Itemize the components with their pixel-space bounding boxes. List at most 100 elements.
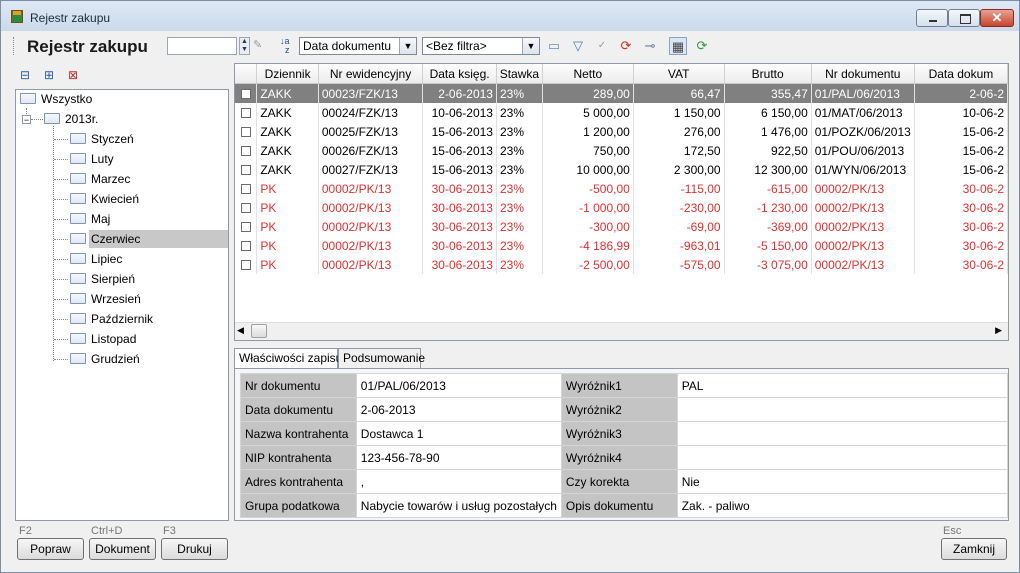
tree-year[interactable]: 2013r. bbox=[44, 110, 100, 128]
column-header[interactable]: Dziennik bbox=[256, 64, 319, 84]
tree-item-month[interactable]: Marzec bbox=[70, 170, 132, 188]
tab-summary[interactable]: Podsumowanie bbox=[338, 348, 425, 368]
scroll-thumb[interactable] bbox=[251, 324, 267, 338]
row-checkbox-cell[interactable] bbox=[235, 122, 258, 141]
column-header-checkbox[interactable] bbox=[235, 64, 258, 84]
record-properties: Nr dokumentu 01/PAL/06/2013 Wyróżnik1 PAL Da… bbox=[234, 368, 1009, 521]
tree-add-icon[interactable]: ⊞ bbox=[41, 67, 57, 83]
tree-item-month[interactable]: Lipiec bbox=[70, 250, 124, 268]
row-checkbox[interactable] bbox=[240, 127, 251, 138]
toolbar-grip[interactable] bbox=[13, 37, 17, 55]
property-value[interactable]: Zak. - paliwo bbox=[676, 493, 1009, 518]
property-value[interactable]: 123-456-78-90 bbox=[355, 445, 562, 470]
row-checkbox-cell[interactable] bbox=[235, 198, 258, 217]
row-checkbox[interactable] bbox=[240, 89, 251, 100]
row-checkbox[interactable] bbox=[240, 108, 251, 119]
refresh-red-icon[interactable]: ⟳ bbox=[617, 37, 635, 55]
tree-item-month[interactable]: Maj bbox=[70, 210, 112, 228]
grid-view-icon[interactable]: ▦ bbox=[669, 37, 687, 55]
tree-item-month[interactable]: Kwiecień bbox=[70, 190, 141, 208]
sort-icon[interactable]: ↓a z bbox=[280, 37, 296, 55]
property-value[interactable] bbox=[676, 397, 1009, 422]
horizontal-scrollbar[interactable]: ◀ ▶ bbox=[235, 322, 1008, 340]
row-checkbox-cell[interactable] bbox=[235, 103, 258, 122]
property-value[interactable]: 2-06-2013 bbox=[355, 397, 562, 422]
row-checkbox-cell[interactable] bbox=[235, 141, 258, 160]
sort-field-select[interactable]: Data dokumentu ▼ bbox=[299, 37, 417, 55]
clear-filter-icon[interactable]: ✓ bbox=[593, 37, 611, 55]
close-button[interactable]: ✕ bbox=[980, 9, 1014, 27]
tree-item-month[interactable]: Wrzesień bbox=[70, 290, 143, 308]
popraw-button[interactable]: Popraw bbox=[17, 538, 84, 560]
filter-select[interactable]: <Bez filtra> ▼ bbox=[422, 37, 540, 55]
row-checkbox-cell[interactable] bbox=[235, 255, 258, 274]
table-row[interactable]: PK 00002/PK/13 30-06-2013 23% -4 186,99 -963,… bbox=[235, 236, 1008, 255]
tree-item-month[interactable]: Grudzień bbox=[70, 350, 142, 368]
row-checkbox[interactable] bbox=[240, 203, 251, 214]
tree-root[interactable]: Wszystko bbox=[20, 90, 94, 108]
column-header[interactable]: Data dokum bbox=[914, 64, 1008, 84]
dokument-button[interactable]: Dokument bbox=[89, 538, 156, 560]
row-checkbox[interactable] bbox=[240, 184, 251, 195]
column-header[interactable]: Nr dokumentu bbox=[811, 64, 915, 84]
table-row[interactable]: ZAKK 00024/FZK/13 10-06-2013 23% 5 000,00 1 1… bbox=[235, 103, 1008, 122]
tree-delete-icon[interactable]: ⊠ bbox=[65, 67, 81, 83]
tree-item-month[interactable]: Czerwiec bbox=[70, 230, 143, 248]
property-value[interactable] bbox=[676, 421, 1009, 446]
table-row[interactable]: PK 00002/PK/13 30-06-2013 23% -1 000,00 -230,… bbox=[235, 198, 1008, 217]
drukuj-button[interactable]: Drukuj bbox=[161, 538, 228, 560]
column-header[interactable]: VAT bbox=[633, 64, 725, 84]
search-spinner[interactable]: ▲ ▼ bbox=[239, 37, 250, 55]
table-cell: -615,00 bbox=[724, 179, 812, 198]
key-icon[interactable]: ⊸ bbox=[641, 37, 659, 55]
tree-collapse-icon[interactable]: ⊟ bbox=[17, 67, 33, 83]
table-row[interactable]: ZAKK 00023/FZK/13 2-06-2013 23% 289,00 66,47 3… bbox=[235, 83, 1008, 103]
tab-properties[interactable]: Właściwości zapisu bbox=[234, 348, 342, 369]
tree-item-month[interactable]: Październik bbox=[70, 310, 155, 328]
search-input[interactable] bbox=[167, 37, 237, 55]
table-cell: 00025/FZK/13 bbox=[318, 122, 424, 141]
zamknij-button[interactable]: Zamknij bbox=[941, 538, 1007, 560]
column-header[interactable]: Brutto bbox=[724, 64, 812, 84]
property-value[interactable]: Nabycie towarów i usług pozostałych bbox=[355, 493, 562, 518]
table-row[interactable]: PK 00002/PK/13 30-06-2013 23% -500,00 -115,00… bbox=[235, 179, 1008, 198]
row-checkbox[interactable] bbox=[240, 241, 251, 252]
row-checkbox-cell[interactable] bbox=[235, 217, 258, 236]
pencil-icon[interactable]: ✎ bbox=[253, 40, 263, 51]
refresh-green-icon[interactable]: ⟳ bbox=[693, 37, 711, 55]
property-value[interactable]: Dostawca 1 bbox=[355, 421, 562, 446]
folder-icon[interactable]: ▭ bbox=[545, 37, 563, 55]
table-row[interactable]: PK 00002/PK/13 30-06-2013 23% -300,00 -69,00-… bbox=[235, 217, 1008, 236]
property-value[interactable] bbox=[676, 445, 1009, 470]
column-header[interactable]: Data księg. bbox=[422, 64, 497, 84]
tree-item-month[interactable]: Styczeń bbox=[70, 130, 136, 148]
scroll-right-icon[interactable]: ▶ bbox=[995, 325, 1002, 336]
table-row[interactable]: ZAKK 00027/FZK/13 15-06-2013 23% 10 000,00 2 … bbox=[235, 160, 1008, 179]
row-checkbox[interactable] bbox=[240, 260, 251, 271]
property-value[interactable]: Nie bbox=[676, 469, 1009, 494]
table-row[interactable]: PK 00002/PK/13 30-06-2013 23% -2 500,00 -575,… bbox=[235, 255, 1008, 274]
table-row[interactable]: ZAKK 00025/FZK/13 15-06-2013 23% 1 200,00 276… bbox=[235, 122, 1008, 141]
row-checkbox-cell[interactable] bbox=[235, 236, 258, 255]
maximize-button[interactable] bbox=[948, 9, 980, 27]
row-checkbox-cell[interactable] bbox=[235, 83, 258, 103]
tree-item-month[interactable]: Listopad bbox=[70, 330, 138, 348]
row-checkbox-cell[interactable] bbox=[235, 160, 258, 179]
property-value[interactable]: 01/PAL/06/2013 bbox=[355, 373, 562, 398]
row-checkbox-cell[interactable] bbox=[235, 179, 258, 198]
tree-item-month[interactable]: Sierpień bbox=[70, 270, 137, 288]
collapse-toggle[interactable]: − bbox=[22, 115, 31, 125]
property-value[interactable]: , bbox=[355, 469, 562, 494]
column-header[interactable]: Netto bbox=[542, 64, 634, 84]
scroll-left-icon[interactable]: ◀ bbox=[237, 325, 244, 336]
table-row[interactable]: ZAKK 00026/FZK/13 15-06-2013 23% 750,00 172,5… bbox=[235, 141, 1008, 160]
filter-icon[interactable]: ▽ bbox=[569, 37, 587, 55]
minimize-button[interactable] bbox=[916, 9, 948, 27]
row-checkbox[interactable] bbox=[240, 222, 251, 233]
row-checkbox[interactable] bbox=[240, 165, 251, 176]
tree-item-month[interactable]: Luty bbox=[70, 150, 116, 168]
column-header[interactable]: Nr ewidencyjny bbox=[318, 64, 424, 84]
property-value[interactable]: PAL bbox=[676, 373, 1009, 398]
column-header[interactable]: Stawka bbox=[496, 64, 543, 84]
row-checkbox[interactable] bbox=[240, 146, 251, 157]
